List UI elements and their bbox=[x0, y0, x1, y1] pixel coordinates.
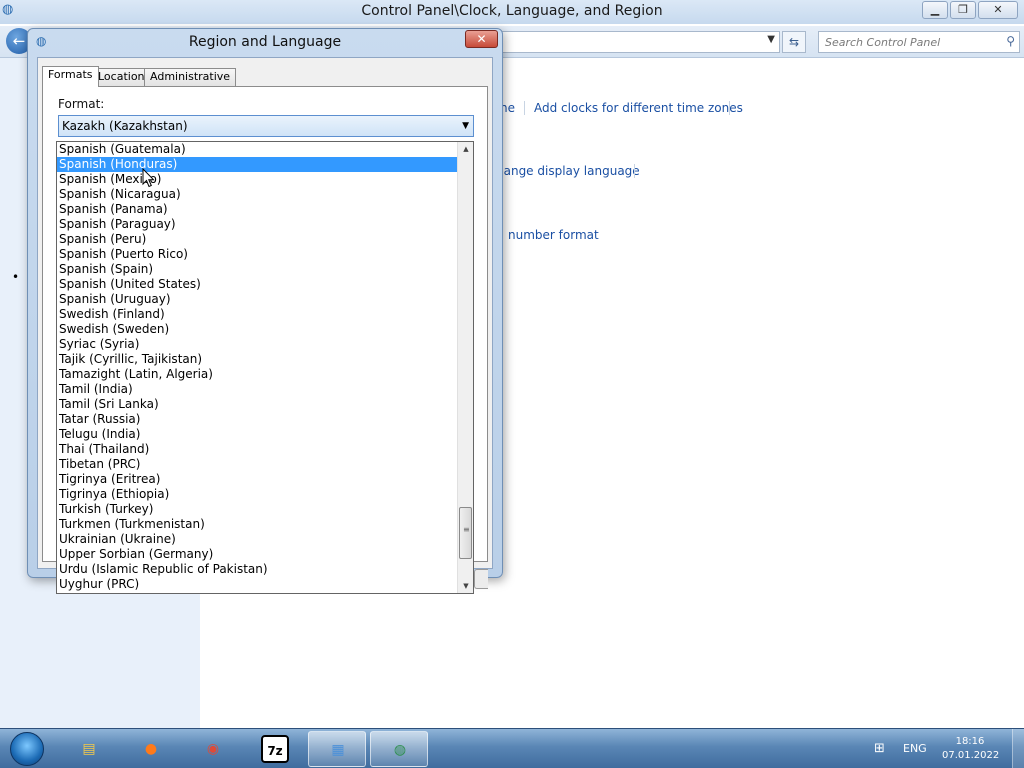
format-option[interactable]: Tamil (India) bbox=[57, 382, 457, 397]
format-option[interactable]: Tigrinya (Eritrea) bbox=[57, 472, 457, 487]
refresh-button[interactable]: ⇆ bbox=[782, 31, 806, 53]
format-options: Spanish (Guatemala) Spanish (Honduras) Spa… bbox=[57, 142, 457, 592]
format-option[interactable]: Tamazight (Latin, Algeria) bbox=[57, 367, 457, 382]
firefox-icon: ● bbox=[144, 741, 158, 757]
chevron-down-icon[interactable]: ▼ bbox=[767, 34, 775, 45]
format-option[interactable]: Spanish (Guatemala) bbox=[57, 142, 457, 157]
taskbar-item[interactable]: 7z bbox=[246, 731, 304, 767]
taskbar-item[interactable]: ◉ bbox=[184, 731, 242, 767]
format-option[interactable]: Spanish (Puerto Rico) bbox=[57, 247, 457, 262]
format-option[interactable]: Tamil (Sri Lanka) bbox=[57, 397, 457, 412]
format-option[interactable]: Uyghur (PRC) bbox=[57, 577, 457, 592]
clock-date[interactable]: 07.01.2022 bbox=[942, 750, 999, 761]
format-option[interactable]: Spanish (United States) bbox=[57, 277, 457, 292]
format-select[interactable]: Kazakh (Kazakhstan) ▼ bbox=[58, 115, 474, 137]
chrome-icon: ◉ bbox=[206, 741, 220, 757]
grip-icon: ≡ bbox=[463, 525, 470, 534]
close-icon: ✕ bbox=[993, 3, 1003, 16]
control-panel-titlebar: ◍ Control Panel\Clock, Language, and Reg… bbox=[0, 0, 1024, 24]
format-option[interactable]: Thai (Thailand) bbox=[57, 442, 457, 457]
format-option[interactable]: Syriac (Syria) bbox=[57, 337, 457, 352]
format-label: Format: bbox=[58, 97, 105, 111]
format-option[interactable]: Tajik (Cyrillic, Tajikistan) bbox=[57, 352, 457, 367]
refresh-icon: ⇆ bbox=[788, 35, 800, 49]
scroll-up-icon[interactable]: ▲ bbox=[458, 142, 473, 156]
change-display-language-link[interactable]: hange display language bbox=[496, 164, 640, 178]
close-icon: ✕ bbox=[476, 32, 487, 46]
format-option[interactable]: Turkish (Turkey) bbox=[57, 502, 457, 517]
tab-administrative[interactable]: Administrative bbox=[144, 68, 237, 86]
link-separator bbox=[524, 101, 525, 115]
tab-location[interactable]: Location bbox=[92, 68, 151, 86]
dialog-button-partial[interactable] bbox=[474, 569, 488, 589]
search-input[interactable] bbox=[819, 32, 999, 52]
search-icon[interactable]: ⚲ bbox=[1006, 34, 1015, 48]
taskbar-item[interactable]: ● bbox=[122, 731, 180, 767]
format-option[interactable]: Spanish (Honduras) bbox=[57, 157, 457, 172]
control-panel-icon: ▦ bbox=[331, 742, 345, 758]
region-language-icon: ◍ bbox=[393, 742, 407, 758]
windows-logo-icon bbox=[10, 732, 44, 766]
dropdown-scrollbar[interactable]: ▲ ≡ ▼ bbox=[457, 142, 473, 593]
system-tray: ⊞ ENG 18:16 07.01.2022 bbox=[862, 729, 1024, 768]
nav-bullet: • bbox=[12, 270, 20, 284]
explorer-icon: ▤ bbox=[82, 741, 96, 757]
dialog-title: Region and Language bbox=[188, 34, 342, 50]
format-option[interactable]: Upper Sorbian (Germany) bbox=[57, 547, 457, 562]
format-dropdown-list[interactable]: Spanish (Guatemala) Spanish (Honduras) Spa… bbox=[56, 141, 474, 594]
tab-formats[interactable]: Formats bbox=[42, 66, 99, 87]
taskbar-item[interactable]: ▦ bbox=[308, 731, 366, 767]
format-option[interactable]: Tibetan (PRC) bbox=[57, 457, 457, 472]
add-clocks-link[interactable]: Add clocks for different time zones bbox=[534, 101, 743, 115]
format-option[interactable]: Spanish (Panama) bbox=[57, 202, 457, 217]
dialog-close-button[interactable]: ✕ bbox=[465, 30, 498, 48]
taskbar: ▤ ● ◉ 7z ▦ ◍ ⊞ ENG 18:16 07.01.2022 bbox=[0, 728, 1024, 768]
format-option[interactable]: Ukrainian (Ukraine) bbox=[57, 532, 457, 547]
language-indicator[interactable]: ENG bbox=[903, 742, 927, 755]
format-option[interactable]: Spanish (Spain) bbox=[57, 262, 457, 277]
chevron-down-icon: ▼ bbox=[462, 121, 469, 131]
format-option[interactable]: Spanish (Mexico) bbox=[57, 172, 457, 187]
network-icon[interactable]: ⊞ bbox=[874, 741, 885, 756]
restore-button[interactable]: ❐ bbox=[950, 1, 976, 19]
format-option[interactable]: Swedish (Finland) bbox=[57, 307, 457, 322]
minimize-icon: ▁ bbox=[930, 3, 940, 16]
start-button[interactable] bbox=[3, 730, 51, 768]
format-option[interactable]: Tatar (Russia) bbox=[57, 412, 457, 427]
show-desktop-button[interactable] bbox=[1012, 729, 1024, 768]
restore-icon: ❐ bbox=[958, 3, 968, 16]
scroll-down-icon[interactable]: ▼ bbox=[458, 579, 473, 593]
back-arrow-icon: ← bbox=[12, 32, 26, 50]
link-separator bbox=[729, 101, 730, 115]
format-option[interactable]: Spanish (Nicaragua) bbox=[57, 187, 457, 202]
search-box[interactable]: ⚲ bbox=[818, 31, 1020, 53]
format-option[interactable]: Tigrinya (Ethiopia) bbox=[57, 487, 457, 502]
format-option[interactable]: Spanish (Paraguay) bbox=[57, 217, 457, 232]
taskbar-item[interactable]: ▤ bbox=[60, 731, 118, 767]
format-option[interactable]: Turkmen (Turkmenistan) bbox=[57, 517, 457, 532]
format-option[interactable]: Urdu (Islamic Republic of Pakistan) bbox=[57, 562, 457, 577]
window-title: Control Panel\Clock, Language, and Regio… bbox=[361, 3, 663, 19]
format-option[interactable]: Spanish (Peru) bbox=[57, 232, 457, 247]
format-option[interactable]: Swedish (Sweden) bbox=[57, 322, 457, 337]
minimize-button[interactable]: ▁ bbox=[922, 1, 948, 19]
taskbar-item[interactable]: ◍ bbox=[370, 731, 428, 767]
7zip-icon: 7z bbox=[261, 735, 289, 763]
link-separator bbox=[634, 164, 635, 178]
format-selected-value: Kazakh (Kazakhstan) bbox=[62, 119, 188, 133]
format-option[interactable]: Telugu (India) bbox=[57, 427, 457, 442]
scrollbar-thumb[interactable]: ≡ bbox=[459, 507, 472, 559]
clock-time[interactable]: 18:16 bbox=[942, 735, 998, 749]
format-option[interactable]: Spanish (Uruguay) bbox=[57, 292, 457, 307]
mouse-cursor-icon bbox=[142, 168, 155, 188]
number-format-link[interactable]: number format bbox=[508, 228, 599, 242]
close-window-button[interactable]: ✕ bbox=[978, 1, 1018, 19]
